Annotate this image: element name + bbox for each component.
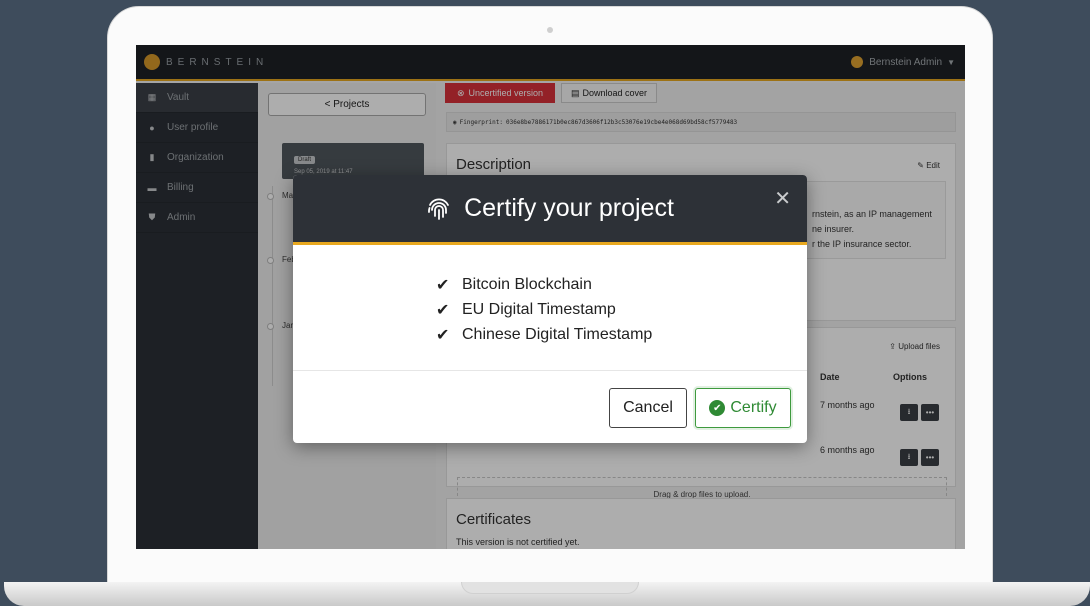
certify-label: Certify	[730, 399, 777, 416]
check-circle-icon: ✔	[709, 400, 726, 416]
camera-dot	[547, 27, 553, 33]
check-icon: ✔	[436, 301, 450, 319]
list-item: ✔ Chinese Digital Timestamp	[436, 322, 652, 347]
laptop-base-notch	[461, 582, 639, 594]
modal-header: Certify your project ✕	[293, 175, 807, 245]
fingerprint-icon	[426, 196, 452, 222]
modal-title-text: Certify your project	[464, 194, 674, 222]
close-icon[interactable]: ✕	[774, 186, 791, 211]
certification-method: EU Digital Timestamp	[462, 300, 616, 318]
modal-title: Certify your project	[293, 194, 807, 223]
certify-button[interactable]: ✔ Certify	[695, 388, 791, 428]
list-item: ✔ Bitcoin Blockchain	[436, 272, 652, 297]
app-screen: BERNSTEIN Bernstein Admin ▼ ▦ Vault ● Us…	[136, 45, 965, 549]
modal-body: ✔ Bitcoin Blockchain ✔ EU Digital Timest…	[293, 248, 807, 371]
check-icon: ✔	[436, 276, 450, 294]
certification-list: ✔ Bitcoin Blockchain ✔ EU Digital Timest…	[436, 272, 652, 347]
certification-method: Chinese Digital Timestamp	[462, 325, 653, 343]
certify-modal: Certify your project ✕ ✔ Bitcoin Blockch…	[293, 175, 807, 443]
modal-footer: Cancel ✔ Certify	[293, 372, 807, 443]
cancel-button[interactable]: Cancel	[609, 388, 687, 428]
list-item: ✔ EU Digital Timestamp	[436, 297, 652, 322]
check-icon: ✔	[436, 326, 450, 344]
certification-method: Bitcoin Blockchain	[462, 275, 592, 293]
